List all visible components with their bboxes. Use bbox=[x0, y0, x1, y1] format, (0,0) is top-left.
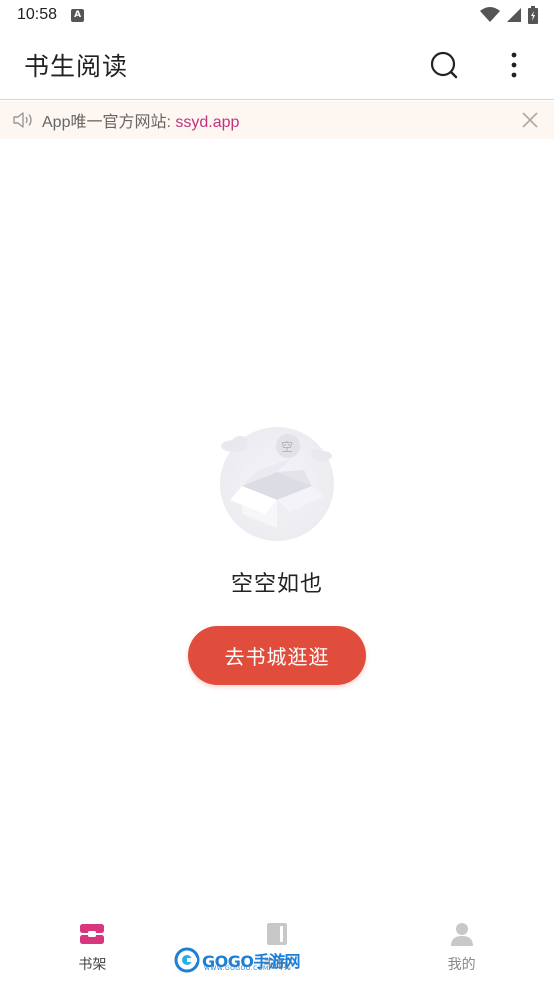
go-to-bookstore-button[interactable]: 去书城逛逛 bbox=[188, 626, 366, 685]
more-vertical-icon bbox=[511, 52, 517, 77]
battery-icon bbox=[528, 6, 538, 24]
notice-label: App唯一官方网站: bbox=[42, 114, 176, 131]
more-options-button[interactable] bbox=[494, 45, 534, 85]
empty-state-message: 空空如也 bbox=[230, 572, 323, 597]
notice-text: App唯一官方网站: ssyd.app bbox=[42, 108, 239, 132]
bookshelf-icon bbox=[78, 920, 106, 948]
nav-label-profile: 我的 bbox=[447, 957, 476, 973]
search-icon bbox=[430, 51, 458, 78]
nav-label-bookshelf: 书架 bbox=[78, 957, 107, 973]
book-icon bbox=[263, 920, 291, 948]
signal-icon bbox=[507, 8, 521, 22]
screen: 10:58 A 书生阅读 App唯一官方网站: ssyd.app 空 空空如也 … bbox=[0, 0, 554, 984]
notice-close-button[interactable] bbox=[520, 110, 540, 130]
watermark: GOGO手游网 WWW.GOGOO.COM bbox=[174, 946, 300, 974]
close-icon bbox=[522, 112, 538, 128]
notification-icon: A bbox=[71, 8, 85, 22]
speaker-icon bbox=[13, 112, 32, 128]
nav-item-bookshelf[interactable]: 书架 bbox=[0, 906, 185, 984]
notice-banner: App唯一官方网站: ssyd.app bbox=[0, 101, 554, 139]
wifi-icon bbox=[480, 7, 500, 22]
watermark-logo-icon bbox=[174, 947, 200, 973]
status-bar: 10:58 A bbox=[0, 0, 554, 30]
status-right bbox=[480, 6, 538, 24]
official-site-link[interactable]: ssyd.app bbox=[175, 114, 239, 131]
empty-bubble-label: 空 bbox=[281, 440, 293, 454]
app-bar: 书生阅读 bbox=[0, 30, 554, 100]
app-actions bbox=[424, 45, 534, 85]
watermark-subtext: WWW.GOGOO.COM bbox=[204, 965, 269, 972]
app-title: 书生阅读 bbox=[24, 51, 129, 81]
profile-icon bbox=[448, 920, 476, 948]
status-left: 10:58 A bbox=[17, 6, 85, 24]
nav-item-profile[interactable]: 我的 bbox=[369, 906, 554, 984]
empty-box-illustration: 空 bbox=[220, 427, 334, 541]
search-button[interactable] bbox=[424, 45, 464, 85]
status-time: 10:58 bbox=[17, 6, 58, 23]
